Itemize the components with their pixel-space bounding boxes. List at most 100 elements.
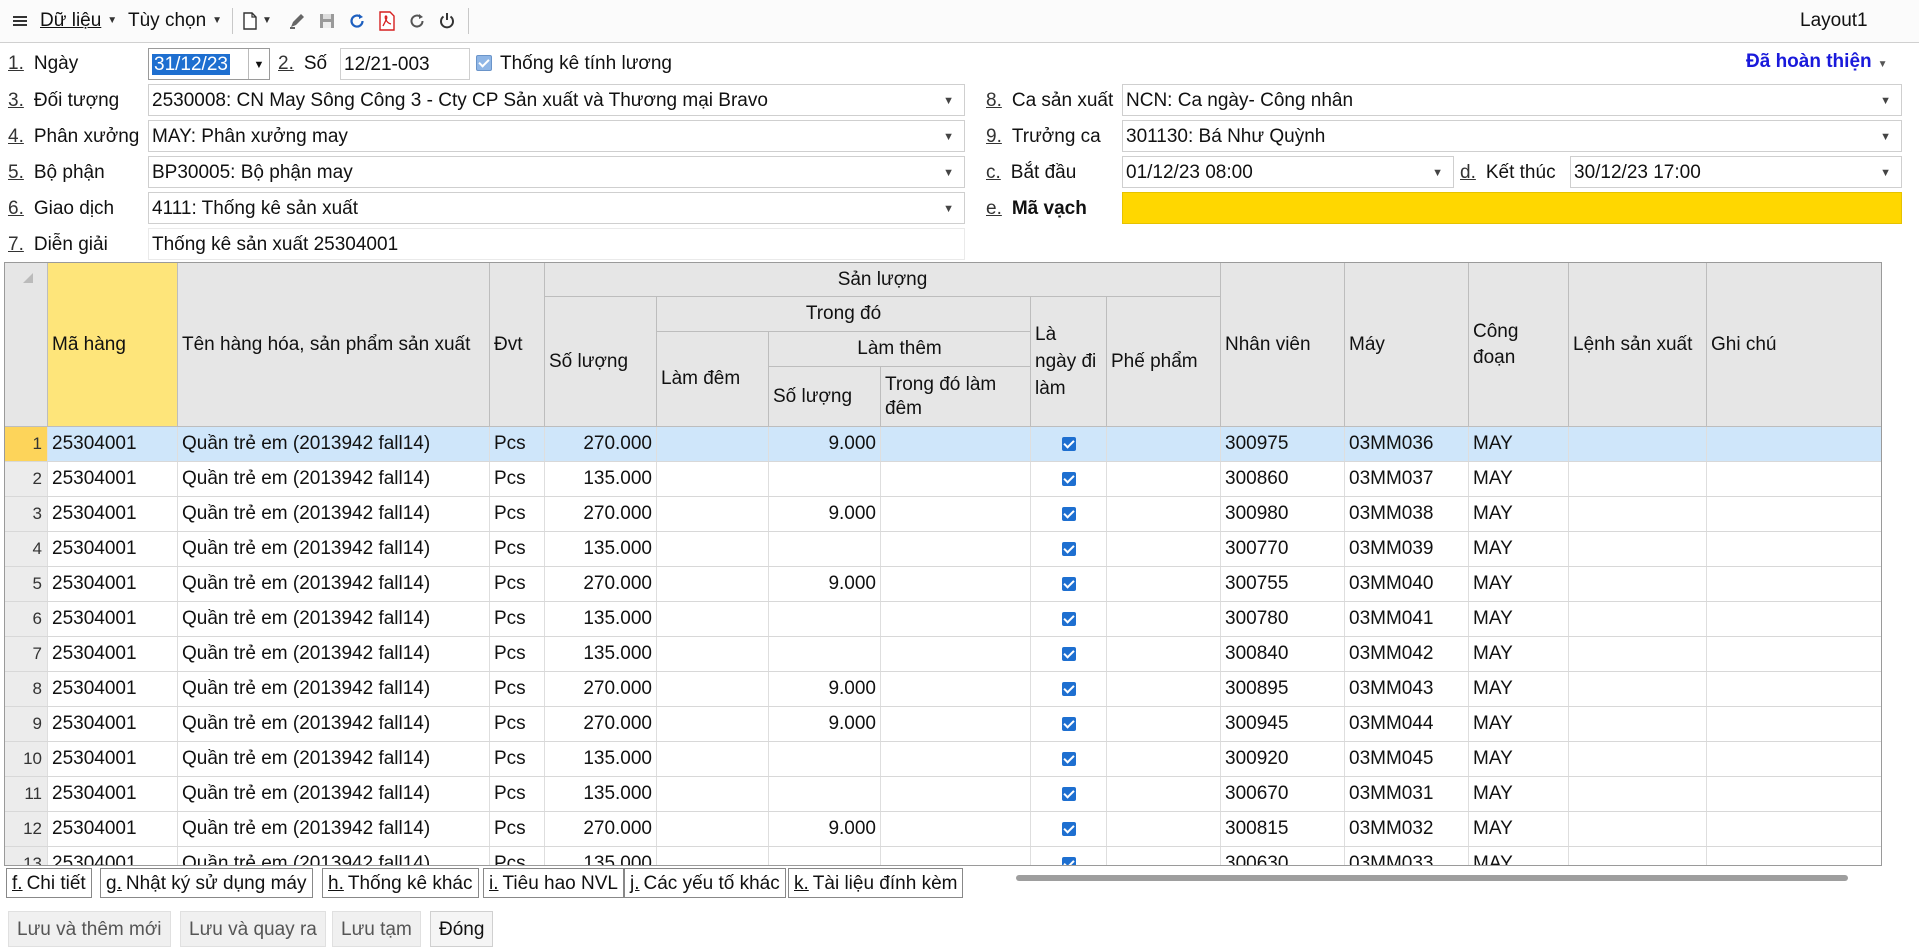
cell-name[interactable]: Quần trẻ em (2013942 fall14)	[178, 532, 490, 566]
cell-order[interactable]	[1569, 742, 1707, 776]
horizontal-scrollbar[interactable]	[1016, 875, 1848, 881]
table-row[interactable]: 13 25304001 Quần trẻ em (2013942 fall14) Pc…	[5, 847, 1881, 865]
row-number[interactable]: 7	[5, 637, 48, 671]
cell-def[interactable]	[1107, 532, 1221, 566]
cell-night[interactable]	[657, 497, 769, 531]
save-temp-button[interactable]: Lưu tạm	[332, 911, 421, 947]
save-icon[interactable]	[318, 6, 336, 36]
cell-otn[interactable]	[881, 427, 1031, 461]
cell-night[interactable]	[657, 427, 769, 461]
cell-unit[interactable]: Pcs	[490, 532, 545, 566]
workday-checkbox-cell[interactable]	[1031, 532, 1107, 566]
workday-checkbox-cell[interactable]	[1031, 462, 1107, 496]
workday-checkbox-cell[interactable]	[1031, 567, 1107, 601]
cell-qty[interactable]: 135.000	[545, 462, 657, 496]
cell-note[interactable]	[1707, 637, 1881, 671]
cell-stage[interactable]: MAY	[1469, 707, 1569, 741]
calendar-dropdown-icon[interactable]: ▼	[248, 49, 269, 79]
cell-stage[interactable]: MAY	[1469, 497, 1569, 531]
cell-note[interactable]	[1707, 532, 1881, 566]
cell-night[interactable]	[657, 707, 769, 741]
cell-qty[interactable]: 135.000	[545, 847, 657, 865]
cell-name[interactable]: Quần trẻ em (2013942 fall14)	[178, 777, 490, 811]
cell-stage[interactable]: MAY	[1469, 427, 1569, 461]
row-number[interactable]: 2	[5, 462, 48, 496]
cell-code[interactable]: 25304001	[48, 707, 178, 741]
workday-checkbox-cell[interactable]	[1031, 497, 1107, 531]
checkbox-checked-icon[interactable]	[1061, 787, 1076, 801]
cell-emp[interactable]: 300670	[1221, 777, 1345, 811]
stats-checkbox[interactable]: Thống kê tính lương	[476, 49, 672, 79]
chevron-down-icon[interactable]: ▼	[943, 157, 954, 187]
checkbox-checked-icon[interactable]	[1061, 472, 1076, 486]
chevron-down-icon[interactable]: ▼	[1880, 85, 1891, 115]
checkbox-icon[interactable]	[476, 55, 492, 71]
cell-otn[interactable]	[881, 567, 1031, 601]
cell-order[interactable]	[1569, 707, 1707, 741]
cell-code[interactable]: 25304001	[48, 672, 178, 706]
menu-options[interactable]: Tùy chọn ▼	[128, 6, 222, 36]
cell-ot[interactable]	[769, 602, 881, 636]
table-row[interactable]: 2 25304001 Quần trẻ em (2013942 fall14) Pcs…	[5, 462, 1881, 497]
cell-note[interactable]	[1707, 672, 1881, 706]
cell-night[interactable]	[657, 532, 769, 566]
cell-qty[interactable]: 270.000	[545, 707, 657, 741]
workday-checkbox-cell[interactable]	[1031, 777, 1107, 811]
cell-machine[interactable]: 03MM033	[1345, 847, 1469, 865]
cell-code[interactable]: 25304001	[48, 462, 178, 496]
cell-night[interactable]	[657, 777, 769, 811]
cell-emp[interactable]: 300770	[1221, 532, 1345, 566]
cell-qty[interactable]: 270.000	[545, 427, 657, 461]
cell-emp[interactable]: 300920	[1221, 742, 1345, 776]
cell-emp[interactable]: 300630	[1221, 847, 1345, 865]
cell-name[interactable]: Quần trẻ em (2013942 fall14)	[178, 672, 490, 706]
workday-checkbox-cell[interactable]	[1031, 637, 1107, 671]
power-icon[interactable]	[438, 6, 456, 36]
save-new-button[interactable]: Lưu và thêm mới	[8, 911, 171, 947]
cell-machine[interactable]: 03MM043	[1345, 672, 1469, 706]
cell-machine[interactable]: 03MM039	[1345, 532, 1469, 566]
cell-def[interactable]	[1107, 672, 1221, 706]
cell-order[interactable]	[1569, 567, 1707, 601]
cell-otn[interactable]	[881, 707, 1031, 741]
cell-night[interactable]	[657, 637, 769, 671]
end-field[interactable]: 30/12/23 17:00 ▼	[1570, 156, 1902, 188]
cell-emp[interactable]: 300755	[1221, 567, 1345, 601]
cell-name[interactable]: Quần trẻ em (2013942 fall14)	[178, 462, 490, 496]
table-row[interactable]: 3 25304001 Quần trẻ em (2013942 fall14) Pcs…	[5, 497, 1881, 532]
row-number[interactable]: 13	[5, 847, 48, 865]
cell-order[interactable]	[1569, 497, 1707, 531]
layout-selector[interactable]: Layout1	[1800, 6, 1868, 36]
chevron-down-icon[interactable]: ▼	[943, 193, 954, 223]
cell-machine[interactable]: 03MM044	[1345, 707, 1469, 741]
cell-ot[interactable]	[769, 777, 881, 811]
tab-4[interactable]: i. Tiêu hao NVL	[483, 868, 624, 898]
row-number[interactable]: 8	[5, 672, 48, 706]
workday-checkbox-cell[interactable]	[1031, 707, 1107, 741]
cell-unit[interactable]: Pcs	[490, 777, 545, 811]
date-field[interactable]: 31/12/23 ▼	[148, 48, 270, 80]
cell-emp[interactable]: 300780	[1221, 602, 1345, 636]
cell-note[interactable]	[1707, 777, 1881, 811]
cell-note[interactable]	[1707, 567, 1881, 601]
cell-qty[interactable]: 135.000	[545, 532, 657, 566]
table-row[interactable]: 1 25304001 Quần trẻ em (2013942 fall14) Pcs…	[5, 427, 1881, 462]
cell-def[interactable]	[1107, 567, 1221, 601]
cell-def[interactable]	[1107, 707, 1221, 741]
cell-order[interactable]	[1569, 672, 1707, 706]
reload-icon[interactable]	[408, 6, 426, 36]
col-machine[interactable]: Máy	[1345, 263, 1469, 427]
shift-field[interactable]: NCN: Ca ngày- Công nhân ▼	[1122, 84, 1902, 116]
start-field[interactable]: 01/12/23 08:00 ▼	[1122, 156, 1454, 188]
cell-name[interactable]: Quần trẻ em (2013942 fall14)	[178, 567, 490, 601]
cell-machine[interactable]: 03MM037	[1345, 462, 1469, 496]
checkbox-checked-icon[interactable]	[1061, 822, 1076, 836]
checkbox-checked-icon[interactable]	[1061, 437, 1076, 451]
table-row[interactable]: 7 25304001 Quần trẻ em (2013942 fall14) Pcs…	[5, 637, 1881, 672]
chevron-down-icon[interactable]: ▼	[1432, 157, 1443, 187]
new-document-icon[interactable]: ▼	[242, 6, 272, 36]
cell-night[interactable]	[657, 462, 769, 496]
cell-def[interactable]	[1107, 602, 1221, 636]
tab-6[interactable]: k. Tài liệu đính kèm	[788, 868, 964, 898]
tab-3[interactable]: h. Thống kê khác	[322, 868, 479, 898]
